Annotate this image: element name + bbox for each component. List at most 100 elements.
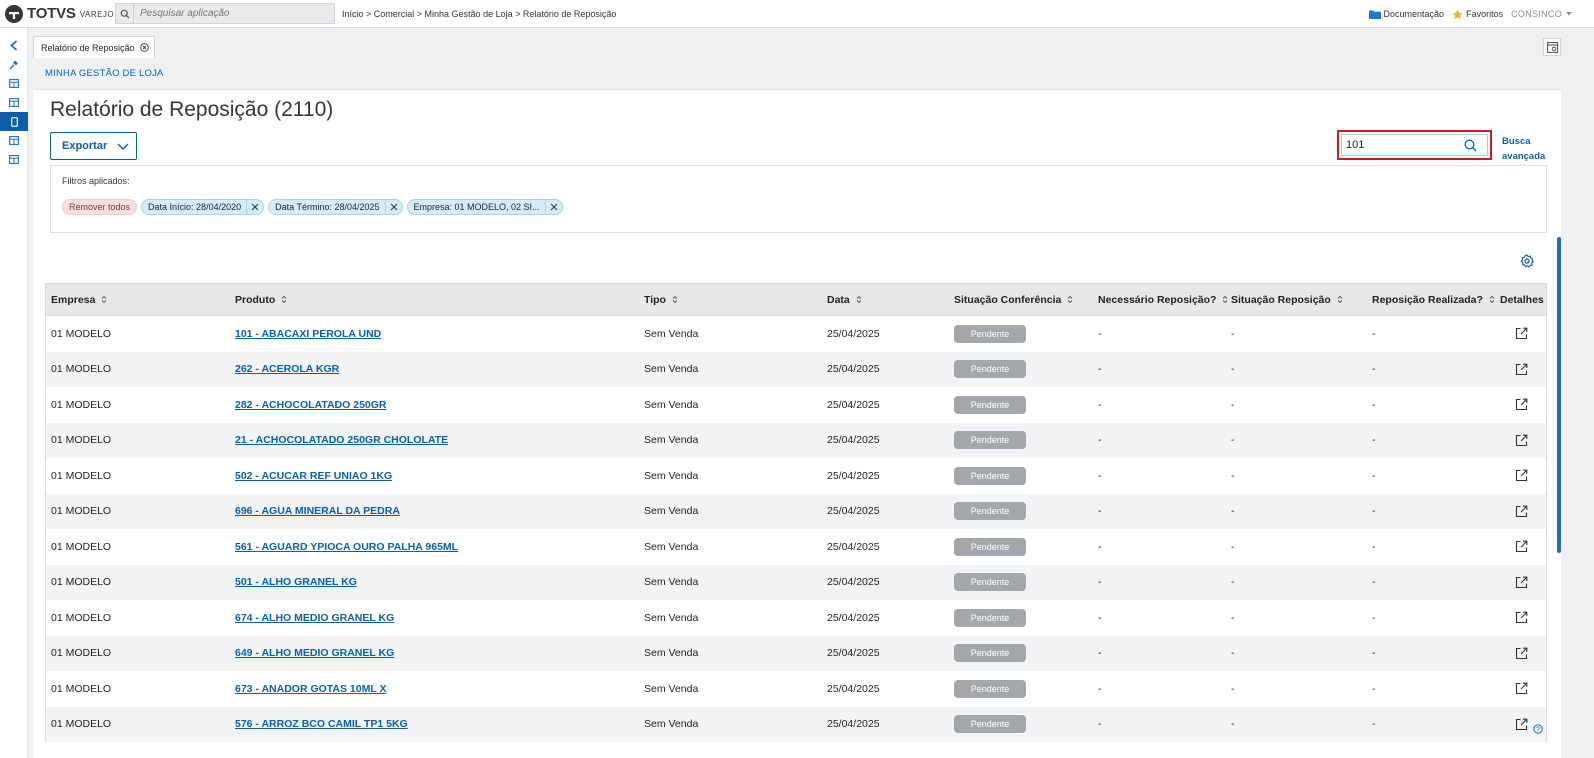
favorites-link[interactable]: Favoritos	[1452, 9, 1503, 20]
product-link[interactable]: 561 - AGUARD YPIOCA OURO PALHA 965ML	[235, 529, 458, 565]
left-rail	[0, 28, 28, 758]
cell-situacao-reposicao: -	[1231, 434, 1235, 447]
external-link-icon[interactable]	[1513, 636, 1529, 672]
search-box[interactable]	[1341, 134, 1488, 156]
table-row: 01 MODELO 501 - ALHO GRANEL KG Sem Venda 25…	[46, 564, 1546, 601]
cell-situacao-reposicao: -	[1231, 647, 1235, 660]
cell-reposicao-realizada: -	[1372, 576, 1376, 589]
product-link[interactable]: 101 - ABACAXI PEROLA UND	[235, 316, 381, 352]
column-header-detalhes: Detalhes	[1500, 284, 1544, 315]
external-link-icon[interactable]	[1513, 494, 1529, 530]
export-button[interactable]: Exportar	[50, 132, 137, 160]
column-header-reposicao-realizada[interactable]: Reposição Realizada?	[1372, 284, 1495, 315]
product-link[interactable]: 576 - ARROZ BCO CAMIL TP1 5KG	[235, 707, 408, 743]
cell-empresa: 01 MODELO	[51, 576, 112, 589]
app-search[interactable]	[115, 3, 335, 24]
documentation-link[interactable]: Documentação	[1368, 9, 1444, 19]
column-header-situacao-conferencia[interactable]: Situação Conferência	[954, 284, 1073, 315]
product-link[interactable]: 502 - ACUCAR REF UNIAO 1KG	[235, 458, 392, 494]
user-menu[interactable]: CONSINCO	[1511, 9, 1576, 19]
totvs-logo[interactable]: TOTVS VAREJO	[5, 4, 115, 23]
remove-all-chip[interactable]: Remover todos	[62, 199, 138, 215]
external-link-icon[interactable]	[1513, 387, 1529, 423]
external-link-icon[interactable]	[1513, 458, 1529, 494]
chevron-down-icon	[117, 143, 129, 150]
close-icon[interactable]	[247, 203, 263, 211]
cell-data: 25/04/2025	[827, 469, 880, 482]
column-header-data[interactable]: Data	[827, 284, 862, 315]
search-input[interactable]	[1342, 139, 1464, 151]
cell-necessario-reposicao: -	[1098, 718, 1102, 731]
gear-icon[interactable]	[1520, 254, 1534, 268]
external-link-icon[interactable]	[1513, 529, 1529, 565]
close-icon[interactable]	[546, 203, 562, 211]
app-search-input[interactable]	[134, 8, 329, 19]
mobile-icon[interactable]	[0, 112, 28, 131]
close-icon[interactable]	[386, 203, 402, 211]
column-header-necessario-reposicao[interactable]: Necessário Reposição?	[1098, 284, 1228, 315]
cell-tipo: Sem Venda	[644, 647, 699, 660]
help-icon[interactable]: ?	[1533, 724, 1543, 734]
vertical-scrollbar[interactable]	[1557, 237, 1561, 553]
cell-tipo: Sem Venda	[644, 398, 699, 411]
column-header-empresa[interactable]: Empresa	[51, 284, 107, 315]
external-link-icon[interactable]	[1513, 423, 1529, 459]
back-arrow-icon[interactable]	[0, 36, 28, 55]
pin-icon[interactable]	[0, 55, 28, 74]
cell-situacao-reposicao: -	[1231, 576, 1235, 589]
product-link[interactable]: 501 - ALHO GRANEL KG	[235, 565, 357, 601]
product-link[interactable]: 674 - ALHO MEDIO GRANEL KG	[235, 600, 394, 636]
advanced-search-link[interactable]: Busca avançada	[1502, 134, 1552, 164]
brand-name: TOTVS	[27, 5, 76, 22]
filter-chips: Remover todos Data Início: 28/04/2020 Da…	[62, 199, 567, 215]
external-link-icon[interactable]	[1513, 600, 1529, 636]
cell-data: 25/04/2025	[827, 398, 880, 411]
table-row: 01 MODELO 561 - AGUARD YPIOCA OURO PALHA …	[46, 529, 1546, 565]
cell-reposicao-realizada: -	[1372, 647, 1376, 660]
cell-reposicao-realizada: -	[1372, 327, 1376, 340]
grid-icon[interactable]	[0, 93, 28, 112]
cell-reposicao-realizada: -	[1372, 611, 1376, 624]
status-badge: Pendente	[954, 537, 1026, 556]
sort-icon	[856, 295, 862, 304]
cell-situacao-reposicao: -	[1231, 398, 1235, 411]
close-circle-icon[interactable]	[139, 43, 149, 52]
table-body: 01 MODELO 101 - ABACAXI PEROLA UND Sem Ven…	[46, 316, 1546, 742]
cell-tipo: Sem Venda	[644, 363, 699, 376]
tab-relatorio-reposicao[interactable]: Relatório de Reposição	[33, 36, 155, 58]
external-link-icon[interactable]	[1513, 565, 1529, 601]
product-link[interactable]: 21 - ACHOCOLATADO 250GR CHOLOLATE	[235, 423, 448, 459]
product-link[interactable]: 673 - ANADOR GOTAS 10ML X	[235, 671, 387, 707]
product-link[interactable]: 262 - ACEROLA KGR	[235, 352, 339, 388]
grid-icon[interactable]	[0, 131, 28, 150]
external-link-icon[interactable]	[1513, 707, 1529, 743]
cell-necessario-reposicao: -	[1098, 398, 1102, 411]
product-link[interactable]: 649 - ALHO MEDIO GRANEL KG	[235, 636, 394, 672]
external-link-icon[interactable]	[1513, 316, 1529, 352]
column-header-situacao-reposicao[interactable]: Situação Reposição	[1231, 284, 1343, 315]
cell-reposicao-realizada: -	[1372, 540, 1376, 553]
product-link[interactable]: 696 - AGUA MINERAL DA PEDRA	[235, 494, 400, 530]
filter-chip-label: Empresa: 01 MODELO, 02 SI...	[408, 200, 546, 214]
external-link-icon[interactable]	[1513, 352, 1529, 388]
grid-icon[interactable]	[0, 150, 28, 169]
cell-situacao-conferencia: Pendente	[954, 316, 1026, 352]
star-icon	[1452, 9, 1463, 19]
tab-menu-button[interactable]	[1543, 38, 1561, 56]
cell-empresa: 01 MODELO	[51, 469, 112, 482]
grid-icon[interactable]	[0, 74, 28, 93]
column-header-produto[interactable]: Produto	[235, 284, 287, 315]
favorites-label: Favoritos	[1466, 9, 1504, 19]
external-link-icon[interactable]	[1513, 671, 1529, 707]
sort-icon	[1223, 295, 1228, 304]
cell-empresa: 01 MODELO	[51, 505, 112, 518]
cell-situacao-conferencia: Pendente	[954, 494, 1026, 530]
search-icon[interactable]	[1464, 139, 1477, 152]
advanced-search-line2: avançada	[1502, 151, 1546, 162]
column-header-tipo[interactable]: Tipo	[644, 284, 678, 315]
cell-tipo: Sem Venda	[644, 718, 699, 731]
column-label: Produto	[235, 293, 276, 306]
sort-icon	[1068, 295, 1073, 304]
product-link[interactable]: 282 - ACHOCOLATADO 250GR	[235, 387, 387, 423]
cell-empresa: 01 MODELO	[51, 682, 112, 695]
